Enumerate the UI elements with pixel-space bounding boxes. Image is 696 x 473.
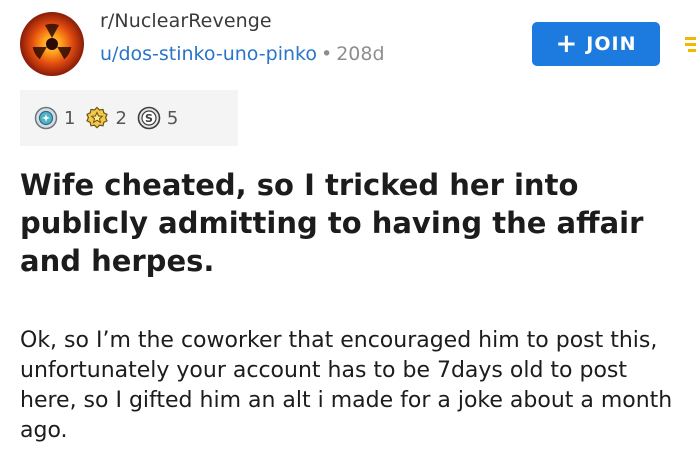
- silver-award-icon: [34, 106, 58, 130]
- subreddit-name[interactable]: r/NuclearRevenge: [100, 8, 385, 34]
- join-label: JOIN: [586, 33, 637, 55]
- byline: u/dos-stinko-uno-pinko • 208d: [100, 40, 385, 68]
- award-count: 1: [64, 107, 76, 129]
- award-count: 2: [115, 107, 127, 129]
- menu-icon[interactable]: [684, 36, 696, 54]
- plus-icon: +: [555, 29, 579, 59]
- gold-award-icon: [86, 106, 109, 129]
- award-gold[interactable]: 2: [85, 106, 127, 130]
- subreddit-avatar[interactable]: [20, 12, 84, 76]
- post-meta: r/NuclearRevenge u/dos-stinko-uno-pinko •…: [100, 8, 385, 68]
- post-title[interactable]: Wife cheated, so I tricked her into publ…: [20, 166, 685, 280]
- award-platinum[interactable]: S 5: [137, 106, 178, 130]
- separator-dot: •: [320, 43, 333, 65]
- award-count: 5: [166, 107, 179, 129]
- svg-text:S: S: [145, 112, 153, 125]
- reddit-post-view: r/NuclearRevenge u/dos-stinko-uno-pinko •…: [0, 0, 696, 473]
- awards-bar: 1 2 S 5: [20, 90, 238, 146]
- post-body: Ok, so I’m the coworker that encouraged …: [20, 328, 673, 443]
- platinum-award-icon: S: [137, 106, 161, 130]
- radiation-icon: [32, 23, 72, 60]
- author-username[interactable]: u/dos-stinko-uno-pinko: [100, 43, 317, 65]
- award-silver[interactable]: 1: [34, 106, 75, 130]
- post-age: 208d: [336, 43, 385, 65]
- join-button[interactable]: + JOIN: [532, 22, 660, 66]
- post-header: r/NuclearRevenge u/dos-stinko-uno-pinko •…: [20, 8, 696, 78]
